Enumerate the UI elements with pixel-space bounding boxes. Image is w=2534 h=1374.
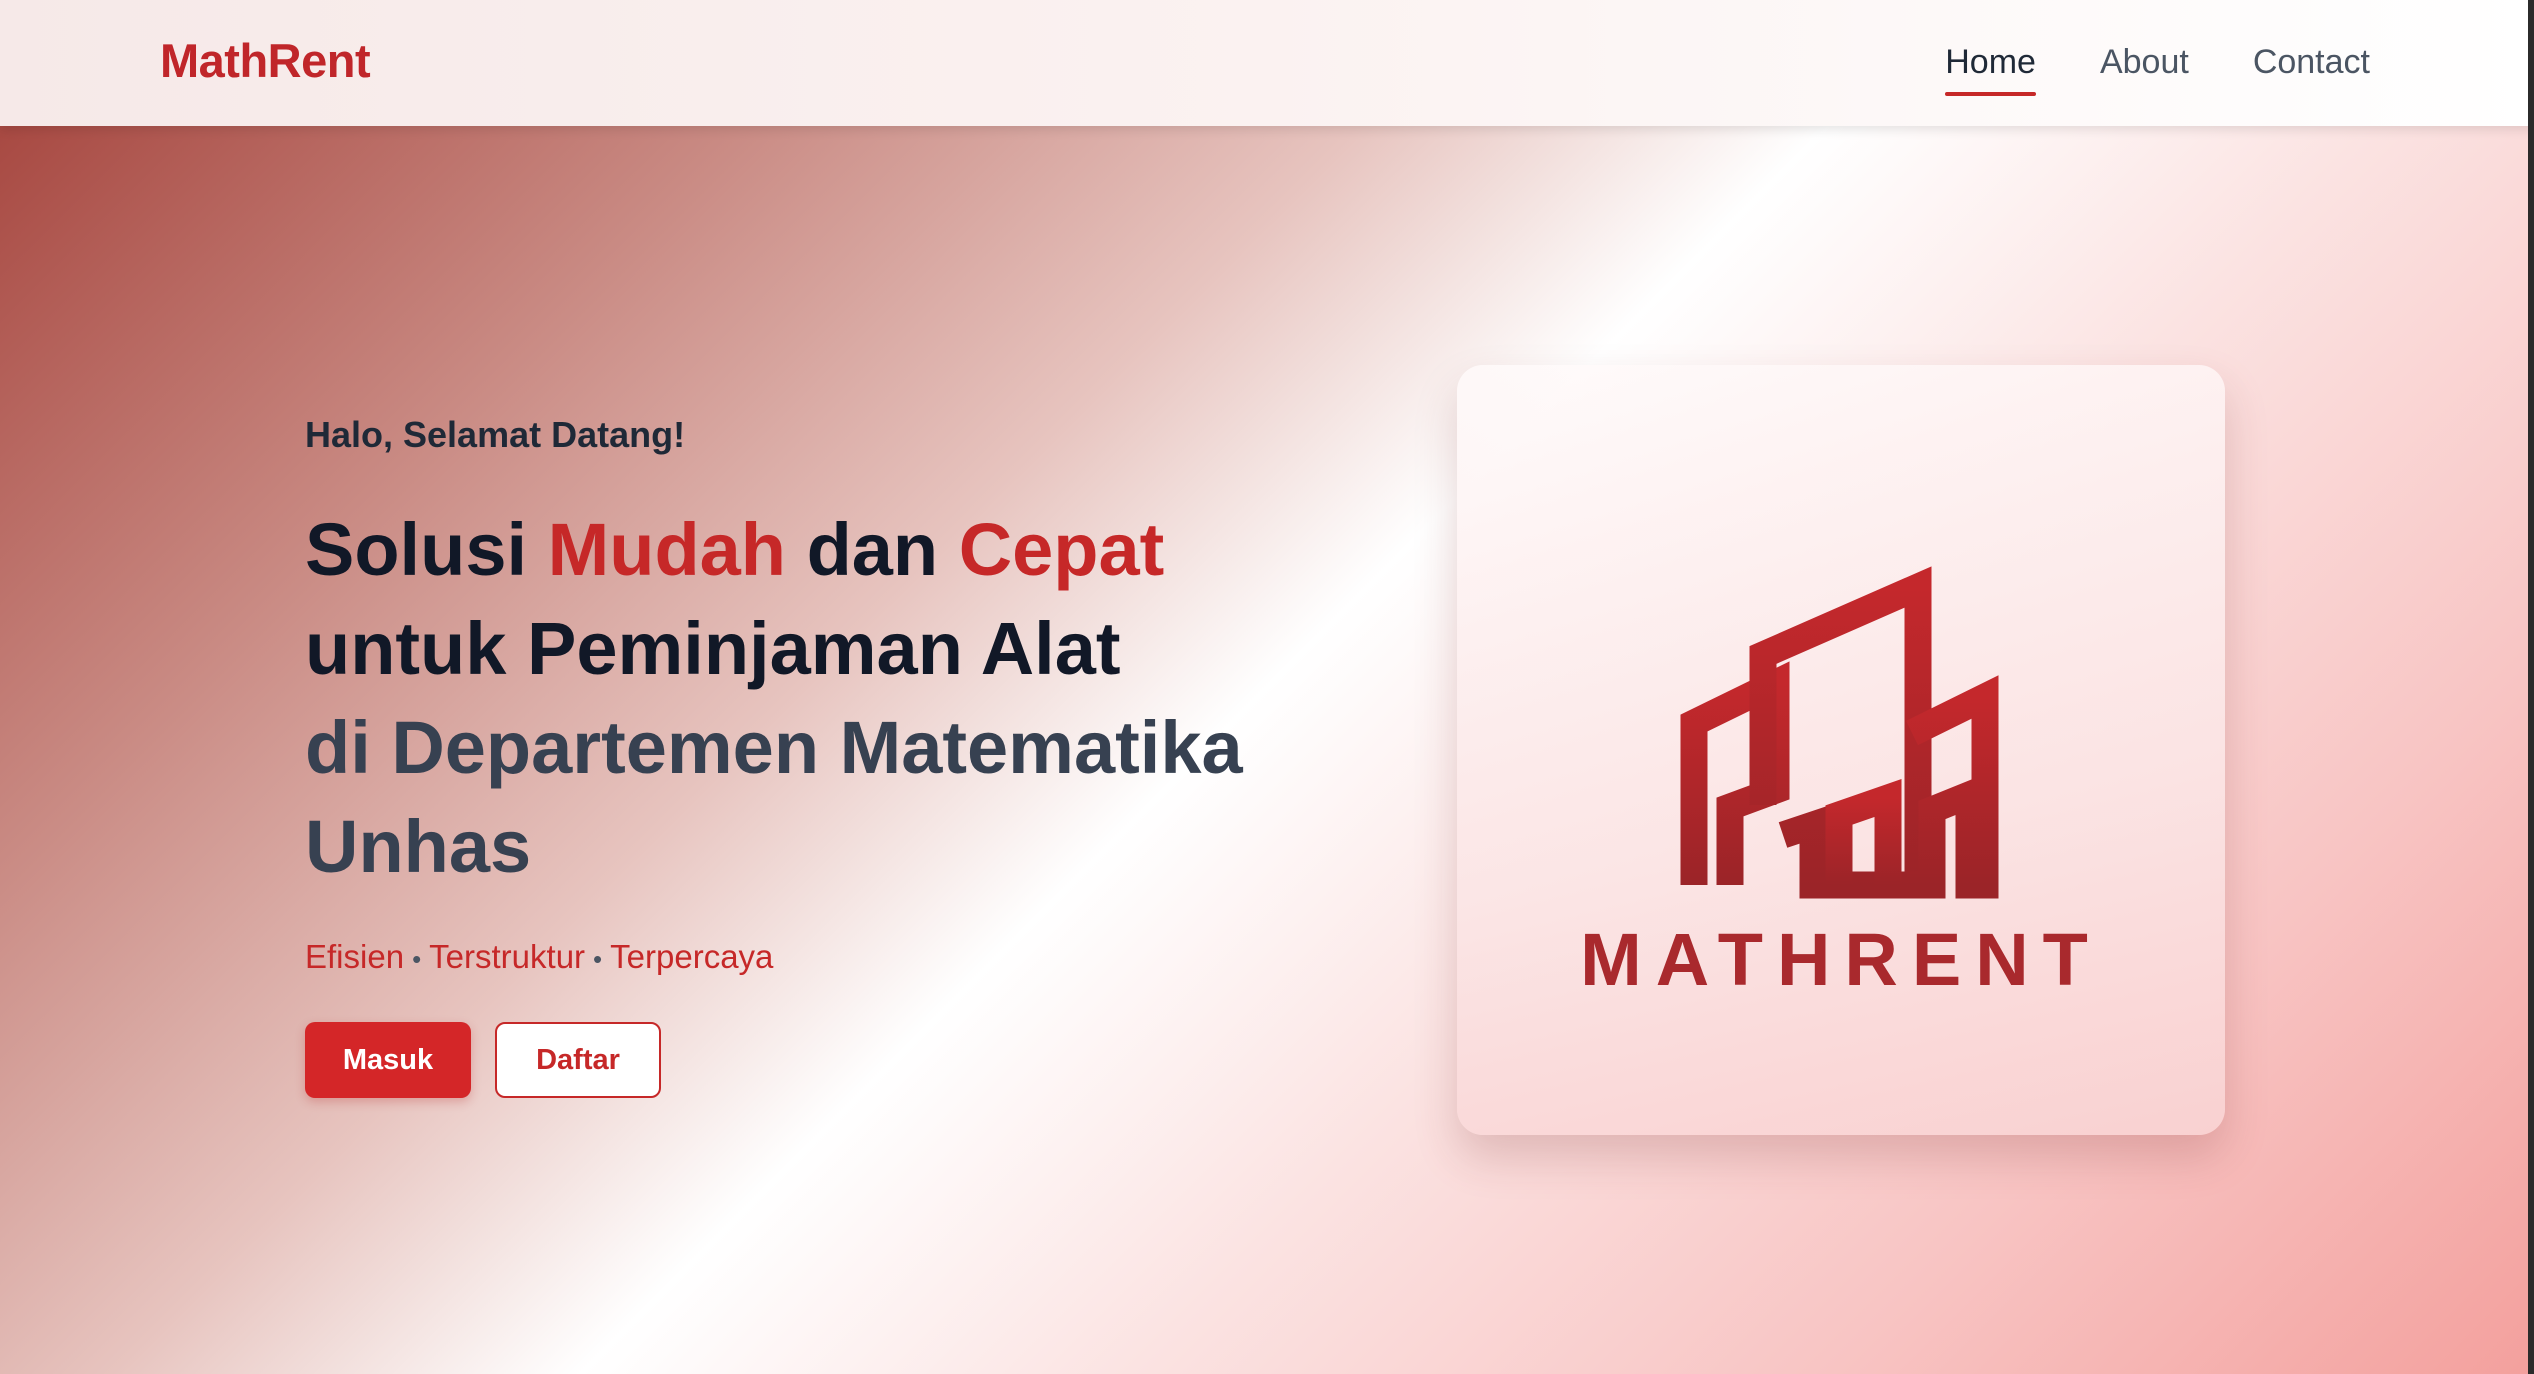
headline-line-4: Unhas xyxy=(305,805,532,888)
headline-word-mudah: Mudah xyxy=(547,508,787,591)
headline-word-solusi: Solusi xyxy=(305,508,528,591)
nav-link-contact[interactable]: Contact xyxy=(2253,38,2370,94)
nav-link-about[interactable]: About xyxy=(2100,38,2189,94)
tagline-separator: • xyxy=(593,944,603,974)
nav-links: Home About Contact xyxy=(1945,38,2370,96)
window-edge xyxy=(2528,0,2534,1374)
hero-headline: Solusi Mudah dan Cepat untuk Peminjaman … xyxy=(305,500,1355,896)
logo-wordmark: MATHRENT xyxy=(1580,918,2102,1001)
navbar: MathRent Home About Contact xyxy=(0,0,2534,126)
headline-line-2: untuk Peminjaman Alat xyxy=(305,607,1121,690)
buildings-logo-icon xyxy=(1680,566,1999,899)
hero-buttons: Masuk Daftar xyxy=(305,1022,1355,1098)
register-button[interactable]: Daftar xyxy=(495,1022,661,1098)
nav-link-home[interactable]: Home xyxy=(1945,38,2036,96)
login-button[interactable]: Masuk xyxy=(305,1022,471,1098)
tagline-item-efisien: Efisien xyxy=(305,938,405,975)
tagline: Efisien • Terstruktur • Terpercaya xyxy=(305,934,1355,982)
tagline-separator: • xyxy=(412,944,422,974)
headline-word-cepat: Cepat xyxy=(958,508,1165,591)
headline-word-dan: dan xyxy=(806,508,939,591)
tagline-item-terstruktur: Terstruktur xyxy=(429,938,586,975)
greeting-text: Halo, Selamat Datang! xyxy=(305,414,686,455)
tagline-item-terpercaya: Terpercaya xyxy=(610,938,774,975)
brand-logo[interactable]: MathRent xyxy=(160,30,371,92)
logo-card: MATHRENT xyxy=(1457,365,2225,1135)
headline-line-3: di Departemen Matematika xyxy=(305,706,1243,789)
hero-section: Halo, Selamat Datang! Solusi Mudah dan C… xyxy=(305,410,1355,1098)
